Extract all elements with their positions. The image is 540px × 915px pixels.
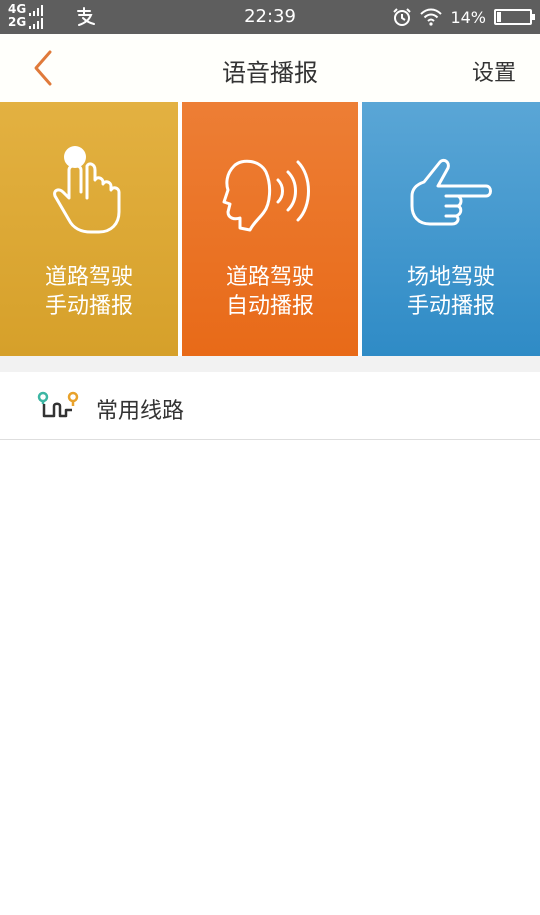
- mode-tiles: 道路驾驶 手动播报 道路驾驶 自动播报 场地驾驶 手动播报: [0, 102, 540, 356]
- tile-label-line2: 手动播报: [44, 294, 133, 319]
- tile-label-line1: 道路驾驶: [225, 265, 314, 290]
- status-bar: 4G 2G 22:39 14%: [0, 0, 540, 34]
- tile-label-line2: 手动播报: [406, 294, 495, 319]
- speaking-head-icon: [222, 159, 310, 232]
- tile-label-line1: 场地驾驶: [406, 265, 495, 290]
- wifi-icon: [420, 8, 443, 26]
- tap-hand-icon: [53, 146, 121, 234]
- battery-percent: 14%: [450, 7, 486, 27]
- route-pins-icon: [37, 391, 79, 418]
- tile-road-manual[interactable]: 道路驾驶 手动播报: [0, 102, 178, 356]
- alarm-icon: [393, 8, 412, 26]
- tile-road-auto[interactable]: 道路驾驶 自动播报: [182, 102, 358, 356]
- tile-field-manual[interactable]: 场地驾驶 手动播报: [362, 102, 540, 356]
- battery-level: [497, 12, 501, 22]
- nav-header: 语音播报 设置: [0, 34, 540, 102]
- pointing-hand-icon: [410, 158, 492, 226]
- tile-label-line1: 道路驾驶: [44, 265, 133, 290]
- section-divider: [0, 356, 540, 372]
- tile-label-line2: 自动播报: [225, 294, 314, 319]
- page-title: 语音播报: [222, 59, 318, 87]
- list-item-common-routes[interactable]: 常用线路: [0, 372, 540, 440]
- list-item-label: 常用线路: [96, 399, 185, 424]
- settings-button[interactable]: 设置: [472, 55, 516, 87]
- battery-icon: [494, 9, 535, 25]
